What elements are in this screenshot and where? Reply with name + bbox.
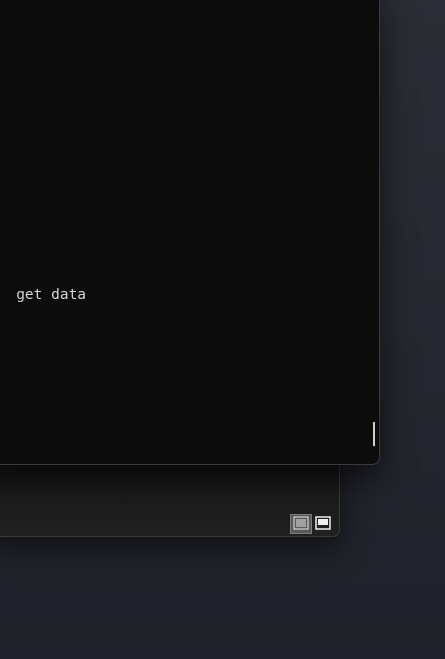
- view-toggle: [290, 514, 334, 534]
- text-cursor: [373, 422, 375, 446]
- list-view-button[interactable]: [290, 514, 312, 534]
- terminal-window[interactable]: get data: [0, 0, 380, 465]
- desktop: get data: [0, 0, 445, 659]
- list-view-icon: [293, 515, 309, 534]
- single-pane-view-button[interactable]: [312, 514, 334, 534]
- single-pane-view-icon: [315, 515, 331, 534]
- terminal-output-line: get data: [16, 287, 87, 303]
